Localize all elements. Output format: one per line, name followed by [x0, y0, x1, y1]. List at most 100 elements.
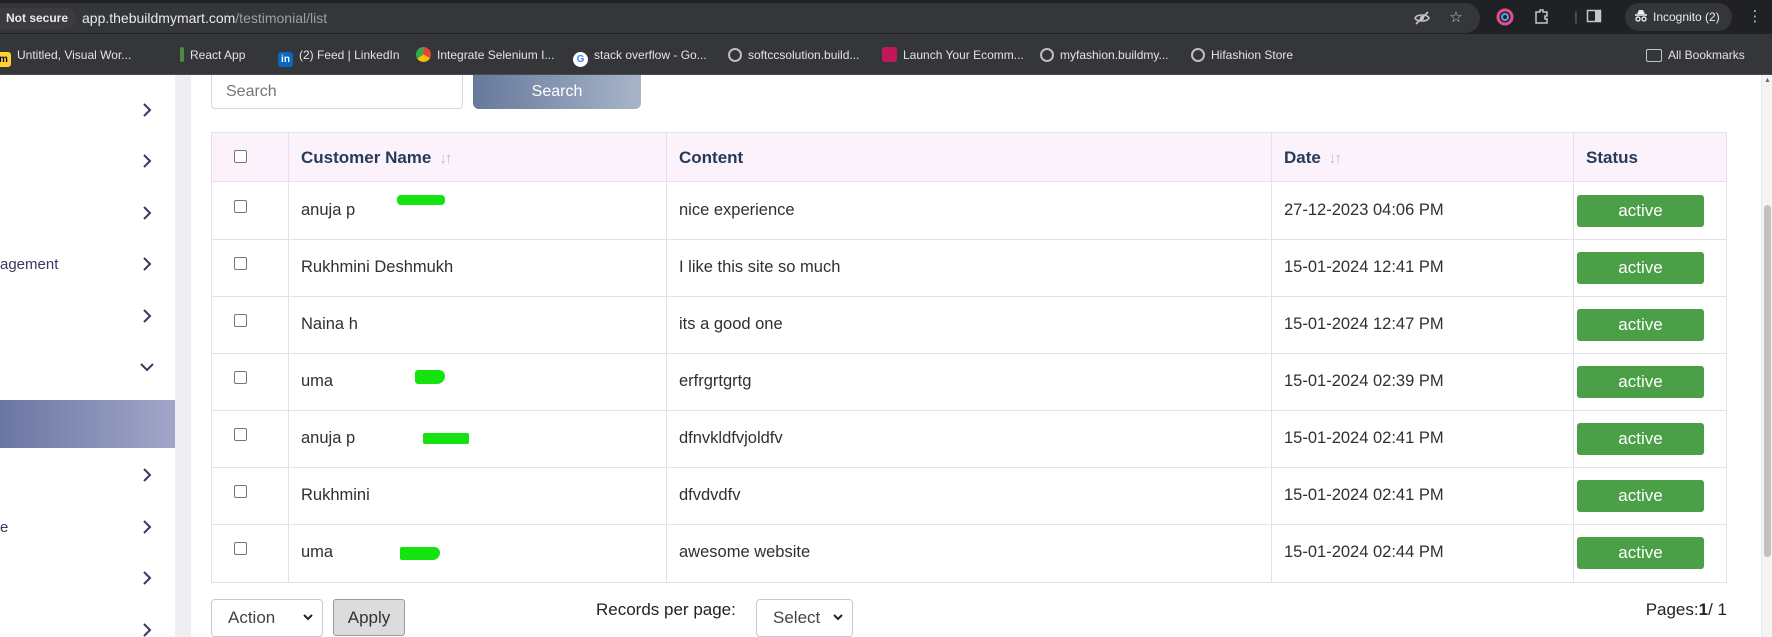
bookmark-item[interactable]: myfashion.buildmy... — [1040, 46, 1169, 64]
separator-icon: | — [1574, 9, 1578, 24]
column-header-customer-name[interactable]: Customer Name ↓↑ — [301, 133, 452, 183]
date-cell: 15-01-2024 12:41 PM — [1284, 258, 1444, 276]
star-icon[interactable]: ☆ — [1447, 9, 1465, 27]
table-row[interactable]: uma erfrgrtgrtg 15-01-2024 02:39 PM acti… — [212, 354, 1726, 411]
row-checkbox[interactable] — [234, 257, 247, 270]
sidebar-item[interactable] — [0, 455, 175, 497]
sidebar-item[interactable] — [0, 610, 175, 637]
customer-name-cell: anuja p — [301, 201, 356, 219]
incognito-label: Incognito (2) — [1653, 10, 1720, 24]
chevron-right-icon — [143, 520, 152, 534]
bulk-action-select[interactable]: Action — [211, 599, 323, 637]
status-badge[interactable]: active — [1577, 195, 1704, 227]
sidebar-item[interactable]: e — [0, 507, 175, 549]
sidebar-item-label: agement — [0, 256, 59, 273]
side-panel-icon[interactable] — [1584, 7, 1604, 27]
row-checkbox[interactable] — [234, 371, 247, 384]
bookmark-item[interactable]: softccsolution.build... — [728, 46, 859, 64]
extensions-icon[interactable] — [1532, 7, 1552, 27]
status-badge[interactable]: active — [1577, 366, 1704, 398]
sidebar-item[interactable] — [0, 558, 175, 600]
sidebar-item[interactable] — [0, 141, 175, 183]
store-icon — [882, 47, 897, 62]
date-cell: 15-01-2024 02:41 PM — [1284, 486, 1444, 504]
testimonial-table: Customer Name ↓↑ Content Date ↓↑ Status an… — [211, 132, 1727, 583]
url-host: app.thebuildmymart.com — [82, 10, 236, 26]
row-checkbox[interactable] — [234, 314, 247, 327]
customer-name-cell: uma — [301, 543, 334, 561]
status-badge[interactable]: active — [1577, 537, 1704, 569]
redaction-mark — [400, 547, 440, 560]
scroll-up-icon[interactable]: ▲ — [1763, 77, 1772, 84]
table-row[interactable]: uma awesome website 15-01-2024 02:44 PM … — [212, 525, 1726, 582]
bookmark-item[interactable]: Integrate Selenium I... — [416, 46, 554, 64]
sidebar-item[interactable] — [0, 296, 175, 338]
chevron-right-icon — [143, 468, 152, 482]
status-badge[interactable]: active — [1577, 480, 1704, 512]
bookmark-item[interactable]: Gstack overflow - Go... — [573, 46, 707, 67]
content-cell: dfvdvdfv — [679, 486, 741, 504]
status-badge[interactable]: active — [1577, 423, 1704, 455]
bookmark-item[interactable]: Launch Your Ecomm... — [882, 46, 1024, 64]
address-bar[interactable]: Not secure app.thebuildmymart.com/testim… — [0, 3, 1480, 33]
incognito-indicator[interactable]: Incognito (2) — [1625, 3, 1732, 31]
scroll-thumb[interactable] — [1764, 205, 1771, 557]
search-input[interactable] — [211, 75, 463, 109]
sidebar: agement e — [0, 75, 175, 637]
sidebar-item-expanded[interactable] — [0, 347, 175, 389]
globe-icon — [728, 48, 742, 62]
customer-name-cell: Rukhmini — [301, 486, 370, 504]
eye-off-icon[interactable] — [1413, 9, 1431, 27]
table-row[interactable]: Naina h its a good one 15-01-2024 12:47 … — [212, 297, 1726, 354]
bookmark-item[interactable]: m Untitled, Visual Wor... — [0, 46, 131, 67]
sidebar-item[interactable] — [0, 193, 175, 235]
table-header: Customer Name ↓↑ Content Date ↓↑ Status — [212, 133, 1726, 182]
table-row[interactable]: anuja p nice experience 27-12-2023 04:06… — [212, 183, 1726, 240]
chevron-down-icon — [140, 363, 154, 372]
bookmark-item[interactable]: React App — [180, 46, 245, 64]
sidebar-item[interactable] — [0, 90, 175, 132]
records-per-page-select[interactable]: Select — [756, 599, 853, 637]
apply-button[interactable]: Apply — [333, 599, 405, 636]
row-checkbox[interactable] — [234, 428, 247, 441]
all-bookmarks-button[interactable]: All Bookmarks — [1646, 46, 1745, 64]
url-text[interactable]: app.thebuildmymart.com/testimonial/list — [82, 10, 327, 26]
sidebar-item-management[interactable]: agement — [0, 244, 175, 286]
security-chip[interactable]: Not secure — [0, 8, 77, 29]
linkedin-icon: in — [278, 52, 293, 67]
status-badge[interactable]: active — [1577, 252, 1704, 284]
bookmark-item[interactable]: Hifashion Store — [1191, 46, 1293, 64]
table-row[interactable]: Rukhmini dfvdvdfv 15-01-2024 02:41 PM ac… — [212, 468, 1726, 525]
chevron-right-icon — [143, 623, 152, 637]
more-menu-icon[interactable]: ⋮ — [1745, 7, 1765, 27]
table-row[interactable]: Rukhmini Deshmukh I like this site so mu… — [212, 240, 1726, 297]
row-checkbox[interactable] — [234, 542, 247, 555]
page-scrollbar[interactable]: ▲ — [1761, 75, 1772, 637]
browser-toolbar: Not secure app.thebuildmymart.com/testim… — [0, 0, 1772, 34]
color-extension-icon[interactable] — [1495, 7, 1515, 27]
date-cell: 15-01-2024 12:47 PM — [1284, 315, 1444, 333]
redaction-mark — [423, 433, 469, 444]
sort-icon[interactable]: ↓↑ — [1329, 134, 1342, 183]
date-cell: 27-12-2023 04:06 PM — [1284, 201, 1444, 219]
sidebar-item-label: e — [0, 519, 9, 536]
row-checkbox[interactable] — [234, 200, 247, 213]
records-per-page-label: Records per page: — [596, 600, 736, 619]
date-cell: 15-01-2024 02:41 PM — [1284, 429, 1444, 447]
column-header-content: Content — [679, 148, 744, 167]
status-badge[interactable]: active — [1577, 309, 1704, 341]
chevron-right-icon — [143, 309, 152, 323]
row-checkbox[interactable] — [234, 485, 247, 498]
customer-name-cell: Rukhmini Deshmukh — [301, 258, 454, 276]
sort-icon[interactable]: ↓↑ — [439, 134, 452, 183]
chevron-right-icon — [143, 206, 152, 220]
select-all-checkbox[interactable] — [234, 150, 247, 163]
bookmark-item[interactable]: in (2) Feed | LinkedIn — [278, 46, 400, 67]
table-row[interactable]: anuja p dfnvkldfvjoldfv 15-01-2024 02:41… — [212, 411, 1726, 468]
content-gutter — [175, 75, 191, 637]
globe-icon — [1191, 48, 1205, 62]
column-header-date[interactable]: Date ↓↑ — [1284, 133, 1342, 183]
sidebar-subitem-active[interactable] — [0, 400, 175, 448]
search-button[interactable]: Search — [473, 75, 641, 109]
content-cell: its a good one — [679, 315, 783, 333]
